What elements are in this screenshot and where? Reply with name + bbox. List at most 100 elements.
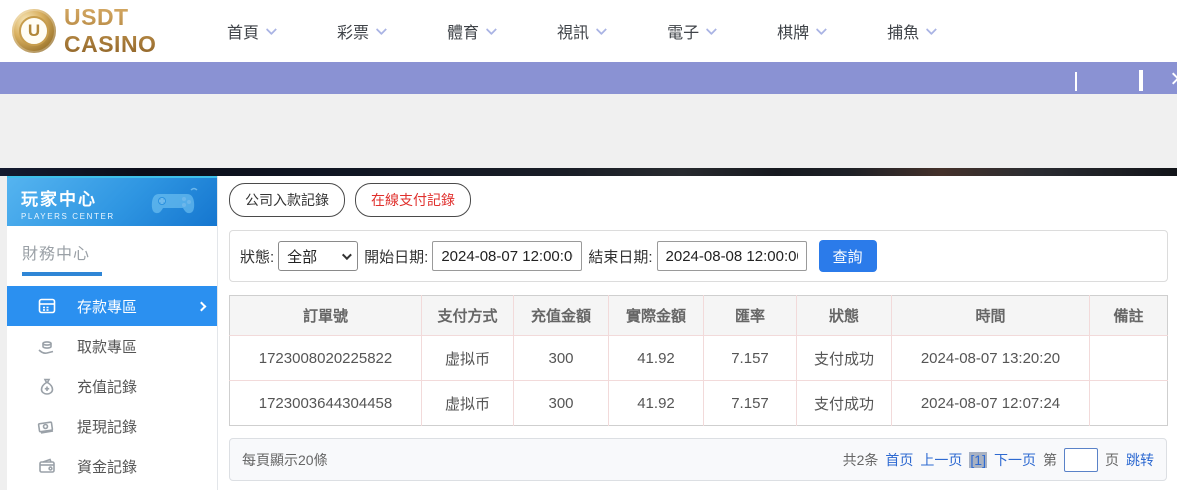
nav-label: 體育 [447, 19, 479, 43]
nav-label: 彩票 [337, 19, 369, 43]
cell-exchange-rate: 7.157 [704, 336, 797, 381]
cell-exchange-rate: 7.157 [704, 381, 797, 426]
nav-item-lottery[interactable]: 彩票 [337, 19, 384, 43]
cell-status: 支付成功 [797, 336, 892, 381]
start-date-input[interactable] [432, 241, 582, 271]
table-header-row: 訂單號 支付方式 充值金額 實際金額 匯率 狀態 時間 備註 [230, 296, 1168, 336]
search-button[interactable]: 查詢 [819, 240, 877, 272]
col-recharge-amount: 充值金額 [514, 296, 609, 336]
prev-page-link[interactable]: 上一页 [920, 450, 962, 470]
nav-label: 視訊 [557, 19, 589, 43]
chevron-down-icon[interactable] [1075, 72, 1088, 85]
sidebar-item-label: 資金記錄 [77, 456, 137, 477]
status-label: 狀態: [240, 246, 274, 267]
col-remark: 備註 [1090, 296, 1168, 336]
jump-button[interactable]: 跳转 [1126, 450, 1154, 470]
col-exchange-rate: 匯率 [704, 296, 797, 336]
sidebar-item-deposit[interactable]: 存款專區 [7, 286, 217, 326]
records-table: 訂單號 支付方式 充值金額 實際金額 匯率 狀態 時間 備註 172300802… [229, 295, 1168, 426]
table-footer: 每頁顯示20條 共2条 首页 上一页 [1] 下一页 第 页 跳转 [229, 438, 1167, 481]
main-nav: 首頁 彩票 體育 視訊 電子 棋牌 捕魚 [227, 19, 997, 43]
sidebar-item-withdraw[interactable]: 取款專區 [7, 326, 217, 366]
cell-order-number: 1723003644304458 [230, 381, 422, 426]
sidebar-item-withdrawal-records[interactable]: 提現記錄 [7, 406, 217, 446]
chevron-down-icon [706, 24, 717, 35]
chevron-down-icon [376, 24, 387, 35]
cell-actual-amount: 41.92 [609, 336, 704, 381]
nav-label: 電子 [667, 19, 699, 43]
gamepad-icon [149, 186, 203, 220]
cell-order-number: 1723008020225822 [230, 336, 422, 381]
page-jump-input[interactable] [1064, 448, 1098, 472]
status-select[interactable]: 全部 [278, 241, 358, 271]
deposit-card-icon [37, 296, 57, 316]
section-underline [22, 272, 102, 276]
current-page[interactable]: [1] [969, 452, 987, 468]
money-bag-icon [37, 376, 57, 396]
cell-time: 2024-08-07 13:20:20 [892, 336, 1090, 381]
logo-letter: U [19, 16, 49, 46]
nav-item-live[interactable]: 視訊 [557, 19, 604, 43]
sidebar-item-label: 取款專區 [77, 336, 137, 357]
tab-online-payment-records[interactable]: 在線支付記錄 [355, 183, 471, 217]
banknote-icon [37, 416, 57, 436]
window-controls [1075, 62, 1177, 94]
page-size-text: 每頁顯示20條 [242, 450, 328, 470]
top-header: U USDT CASINO 首頁 彩票 體育 視訊 電子 棋牌 捕魚 [0, 0, 1177, 62]
cell-recharge-amount: 300 [514, 381, 609, 426]
brand-logo[interactable]: U USDT CASINO [12, 4, 227, 58]
chevron-down-icon [596, 24, 607, 35]
chevron-right-icon [197, 301, 207, 311]
col-order-number: 訂單號 [230, 296, 422, 336]
banner-edge [0, 168, 1177, 176]
chevron-down-icon [926, 24, 937, 35]
nav-label: 捕魚 [887, 19, 919, 43]
total-count: 共2条 [843, 450, 879, 470]
sidebar-item-label: 提現記錄 [77, 416, 137, 437]
status-select-value: 全部 [287, 246, 317, 267]
nav-item-home[interactable]: 首頁 [227, 19, 274, 43]
col-status: 狀態 [797, 296, 892, 336]
sidebar-item-fund-records[interactable]: 資金記錄 [7, 446, 217, 486]
window-title-bar [0, 62, 1177, 94]
sidebar-item-label: 充值記錄 [77, 376, 137, 397]
jump-prefix: 第 [1043, 450, 1057, 470]
nav-item-slots[interactable]: 電子 [667, 19, 714, 43]
first-page-link[interactable]: 首页 [885, 450, 913, 470]
players-center-header: 玩家中心 PLAYERS CENTER [7, 176, 217, 226]
spacer [0, 94, 1177, 168]
sidebar-item-label: 存款專區 [77, 296, 137, 317]
table-row: 1723008020225822 虚拟币 300 41.92 7.157 支付成… [230, 336, 1168, 381]
col-time: 時間 [892, 296, 1090, 336]
tab-company-deposit-records[interactable]: 公司入款記錄 [229, 183, 345, 217]
end-date-input[interactable] [657, 241, 807, 271]
chevron-down-icon [266, 24, 277, 35]
minimize-icon[interactable] [1107, 72, 1120, 85]
chevron-down-icon [816, 24, 827, 35]
nav-item-fishing[interactable]: 捕魚 [887, 19, 934, 43]
maximize-icon[interactable] [1139, 72, 1152, 85]
chevron-down-icon [342, 250, 352, 260]
pagination: 共2条 首页 上一页 [1] 下一页 第 页 跳转 [843, 448, 1154, 472]
start-date-label: 開始日期: [364, 246, 428, 267]
sidebar: 玩家中心 PLAYERS CENTER 財務中心 存款專區 [7, 176, 218, 490]
cell-time: 2024-08-07 12:07:24 [892, 381, 1090, 426]
chevron-down-icon [486, 24, 497, 35]
logo-coin-icon: U [12, 9, 56, 53]
withdraw-hand-icon [37, 336, 57, 356]
main-area: 玩家中心 PLAYERS CENTER 財務中心 存款專區 [0, 176, 1177, 490]
col-payment-method: 支付方式 [422, 296, 514, 336]
content-area: 公司入款記錄 在線支付記錄 狀態: 全部 開始日期: 結束日期: 查詢 訂單號 [218, 176, 1177, 490]
cell-payment-method: 虚拟币 [422, 381, 514, 426]
filter-bar: 狀態: 全部 開始日期: 結束日期: 查詢 [229, 230, 1168, 282]
nav-label: 棋牌 [777, 19, 809, 43]
table-row: 1723003644304458 虚拟币 300 41.92 7.157 支付成… [230, 381, 1168, 426]
nav-item-cards[interactable]: 棋牌 [777, 19, 824, 43]
nav-item-sports[interactable]: 體育 [447, 19, 494, 43]
cell-actual-amount: 41.92 [609, 381, 704, 426]
next-page-link[interactable]: 下一页 [994, 450, 1036, 470]
end-date-label: 結束日期: [588, 246, 652, 267]
close-icon[interactable] [1171, 72, 1177, 85]
jump-suffix: 页 [1105, 450, 1119, 470]
sidebar-item-recharge-records[interactable]: 充值記錄 [7, 366, 217, 406]
